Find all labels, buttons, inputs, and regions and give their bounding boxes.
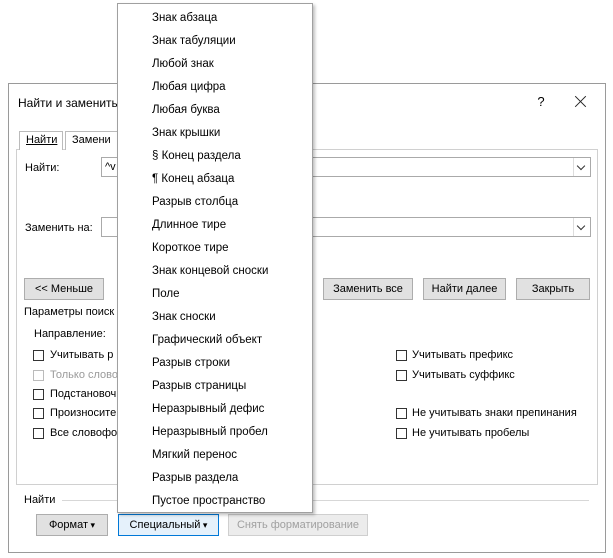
menu-item[interactable]: Неразрывный дефис	[152, 403, 264, 415]
format-button[interactable]: Формат	[36, 514, 108, 536]
menu-item[interactable]: Разрыв строки	[152, 357, 230, 369]
match-prefix-checkbox[interactable]	[396, 350, 407, 361]
no-formatting-button: Снять форматирование	[228, 514, 368, 536]
ignore-whitespace-checkbox[interactable]	[396, 428, 407, 439]
help-button[interactable]: ?	[533, 94, 549, 110]
close-icon[interactable]	[573, 94, 589, 110]
word-forms-checkbox[interactable]	[33, 428, 44, 439]
sounds-like-label: Произносите	[50, 407, 117, 419]
tab-replace-label: Замени	[72, 134, 111, 146]
special-button[interactable]: Специальный	[118, 514, 219, 536]
tab-find-label: Найти	[26, 134, 58, 146]
find-input-value: ^v	[105, 161, 116, 173]
wildcards-checkbox[interactable]	[33, 389, 44, 400]
special-button-label: Специальный	[129, 519, 201, 531]
menu-item[interactable]: Неразрывный пробел	[152, 426, 268, 438]
menu-item[interactable]: Знак табуляции	[152, 35, 236, 47]
tab-find[interactable]: Найти	[19, 131, 63, 150]
menu-item[interactable]: Любая цифра	[152, 81, 226, 93]
match-suffix-checkbox[interactable]	[396, 370, 407, 381]
find-next-button[interactable]: Найти далее	[423, 278, 506, 300]
menu-item[interactable]: Любая буква	[152, 104, 220, 116]
ignore-punctuation-checkbox[interactable]	[396, 408, 407, 419]
match-case-label: Учитывать р	[50, 349, 114, 361]
match-suffix-label: Учитывать суффикс	[412, 369, 515, 381]
menu-item[interactable]: Знак крышки	[152, 127, 220, 139]
menu-item[interactable]: Пустое пространство	[152, 495, 265, 507]
whole-word-label: Только слово	[50, 369, 118, 381]
whole-word-checkbox	[33, 370, 44, 381]
match-case-checkbox[interactable]	[33, 350, 44, 361]
replace-label: Заменить на:	[25, 222, 93, 234]
menu-item[interactable]: Длинное тире	[152, 219, 226, 231]
menu-item[interactable]: § Конец раздела	[152, 150, 241, 162]
word-forms-label: Все словофо	[50, 427, 118, 439]
menu-item[interactable]: Графический объект	[152, 334, 262, 346]
dialog-title: Найти и заменить	[18, 96, 118, 110]
menu-item[interactable]: Разрыв раздела	[152, 472, 238, 484]
ignore-punctuation-label: Не учитывать знаки препинания	[412, 407, 577, 419]
find-section-title: Найти	[24, 494, 56, 506]
less-button[interactable]: << Меньше	[24, 278, 104, 300]
direction-label: Направление:	[34, 328, 106, 340]
chevron-down-icon[interactable]	[573, 218, 590, 236]
chevron-down-icon[interactable]	[573, 158, 590, 176]
menu-item[interactable]: Мягкий перенос	[152, 449, 237, 461]
search-options-title: Параметры поиск	[24, 306, 115, 318]
menu-item[interactable]: ¶ Конец абзаца	[152, 173, 234, 185]
menu-item[interactable]: Разрыв столбца	[152, 196, 238, 208]
menu-item[interactable]: Знак концевой сноски	[152, 265, 268, 277]
wildcards-label: Подстановоч	[50, 388, 117, 400]
replace-all-button[interactable]: Заменить все	[323, 278, 413, 300]
menu-item[interactable]: Разрыв страницы	[152, 380, 246, 392]
tab-replace[interactable]: Замени	[65, 131, 125, 150]
menu-item[interactable]: Знак абзаца	[152, 12, 217, 24]
menu-item[interactable]: Поле	[152, 288, 180, 300]
menu-item[interactable]: Короткое тире	[152, 242, 229, 254]
ignore-whitespace-label: Не учитывать пробелы	[412, 427, 530, 439]
special-menu: Знак абзаца Знак табуляции Любой знак Лю…	[117, 3, 313, 513]
sounds-like-checkbox[interactable]	[33, 408, 44, 419]
menu-item[interactable]: Знак сноски	[152, 311, 216, 323]
find-label: Найти:	[25, 162, 60, 174]
format-button-label: Формат	[48, 519, 89, 531]
match-prefix-label: Учитывать префикс	[412, 349, 514, 361]
menu-item[interactable]: Любой знак	[152, 58, 214, 70]
close-button[interactable]: Закрыть	[516, 278, 590, 300]
